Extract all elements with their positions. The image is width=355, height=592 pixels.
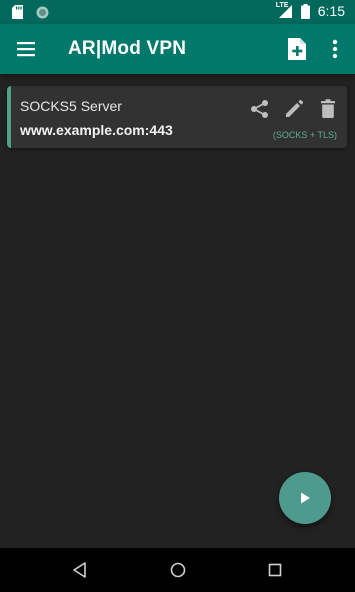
navigation-bar — [0, 548, 355, 592]
recents-icon[interactable] — [265, 560, 285, 580]
play-icon — [301, 492, 310, 504]
connect-button[interactable] — [279, 472, 331, 524]
edit-icon[interactable] — [283, 98, 305, 120]
sd-card-icon — [12, 5, 23, 19]
battery-icon — [300, 3, 310, 19]
server-type-label: (SOCKS + TLS) — [272, 130, 337, 140]
app-title: AR|Mod VPN — [68, 38, 187, 59]
server-actions — [249, 98, 339, 120]
share-icon[interactable] — [249, 98, 271, 120]
signal-icon: LTE — [276, 2, 293, 19]
delete-icon[interactable] — [317, 98, 339, 120]
server-address: www.example.com:443 — [20, 122, 173, 138]
server-card[interactable]: SOCKS5 Server www.example.com:443 (SOCKS… — [7, 86, 347, 148]
clock-time: 6:15 — [317, 3, 345, 19]
server-name: SOCKS5 Server — [20, 98, 122, 114]
selected-indicator — [7, 86, 11, 148]
add-file-icon[interactable] — [285, 36, 309, 62]
back-icon[interactable] — [70, 560, 90, 580]
menu-icon[interactable] — [16, 40, 36, 58]
sync-icon — [36, 6, 49, 18]
app-bar: AR|Mod VPN — [0, 24, 355, 74]
more-vert-icon[interactable] — [326, 37, 344, 61]
home-icon[interactable] — [168, 560, 188, 580]
status-bar: LTE 6:15 — [0, 0, 355, 24]
